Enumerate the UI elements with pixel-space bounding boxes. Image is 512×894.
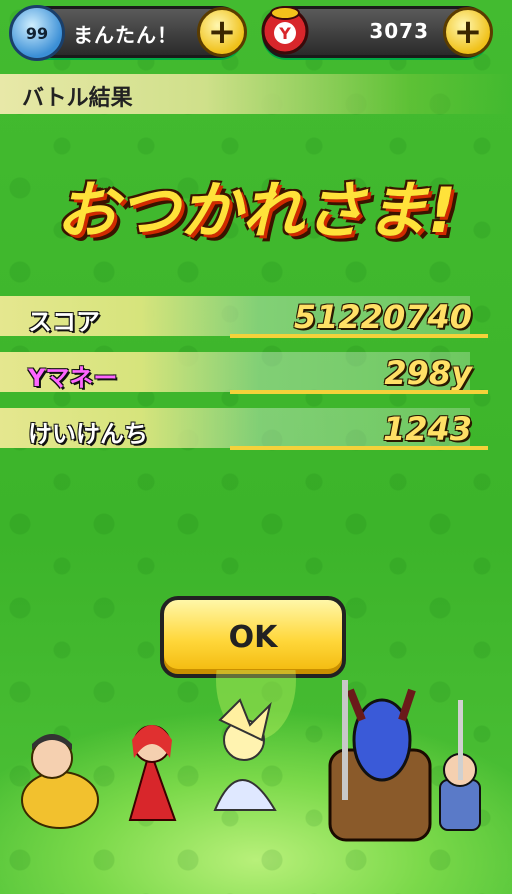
header-title: バトル結果 bbox=[22, 86, 133, 111]
plus-icon: + bbox=[207, 12, 237, 52]
title-banner: おつかれさま! bbox=[55, 174, 457, 247]
result-label: Yマネー bbox=[28, 364, 118, 392]
money-value: 3073 bbox=[369, 19, 429, 43]
result-row-score: スコア 51220740 bbox=[0, 296, 512, 338]
row-underline bbox=[230, 446, 488, 450]
result-value: 298y bbox=[384, 354, 472, 392]
result-value: 51220740 bbox=[293, 298, 472, 336]
y-coin-pouch-icon: Y bbox=[261, 6, 309, 55]
add-stamina-button[interactable]: + bbox=[197, 7, 247, 57]
ok-button[interactable]: OK bbox=[160, 596, 346, 678]
character-4 bbox=[328, 680, 432, 842]
stamina-label: まんたん！ bbox=[73, 23, 178, 47]
result-label: けいけんち bbox=[28, 420, 148, 448]
result-row-ymoney: Yマネー 298y bbox=[0, 352, 512, 394]
money-bar: Y 3073 + bbox=[261, 6, 493, 58]
character-5 bbox=[439, 700, 481, 831]
result-row-exp: けいけんち 1243 bbox=[0, 408, 512, 450]
character-1 bbox=[21, 734, 99, 829]
section-header: バトル結果 bbox=[0, 74, 512, 114]
character-3 bbox=[213, 698, 277, 811]
row-underline bbox=[230, 334, 488, 338]
stamina-orb-icon: 99 bbox=[9, 5, 65, 61]
result-label: スコア bbox=[28, 308, 100, 336]
ok-button-label: OK bbox=[228, 619, 278, 655]
row-underline bbox=[230, 390, 488, 394]
yokai-characters bbox=[21, 670, 481, 842]
stamina-value: 99 bbox=[25, 23, 49, 43]
add-money-button[interactable]: + bbox=[443, 7, 493, 57]
result-value: 1243 bbox=[382, 410, 472, 448]
svg-text:Y: Y bbox=[278, 24, 291, 43]
plus-icon: + bbox=[453, 12, 483, 52]
stamina-bar: 99 まんたん！ + bbox=[9, 5, 247, 61]
character-2 bbox=[128, 725, 177, 821]
